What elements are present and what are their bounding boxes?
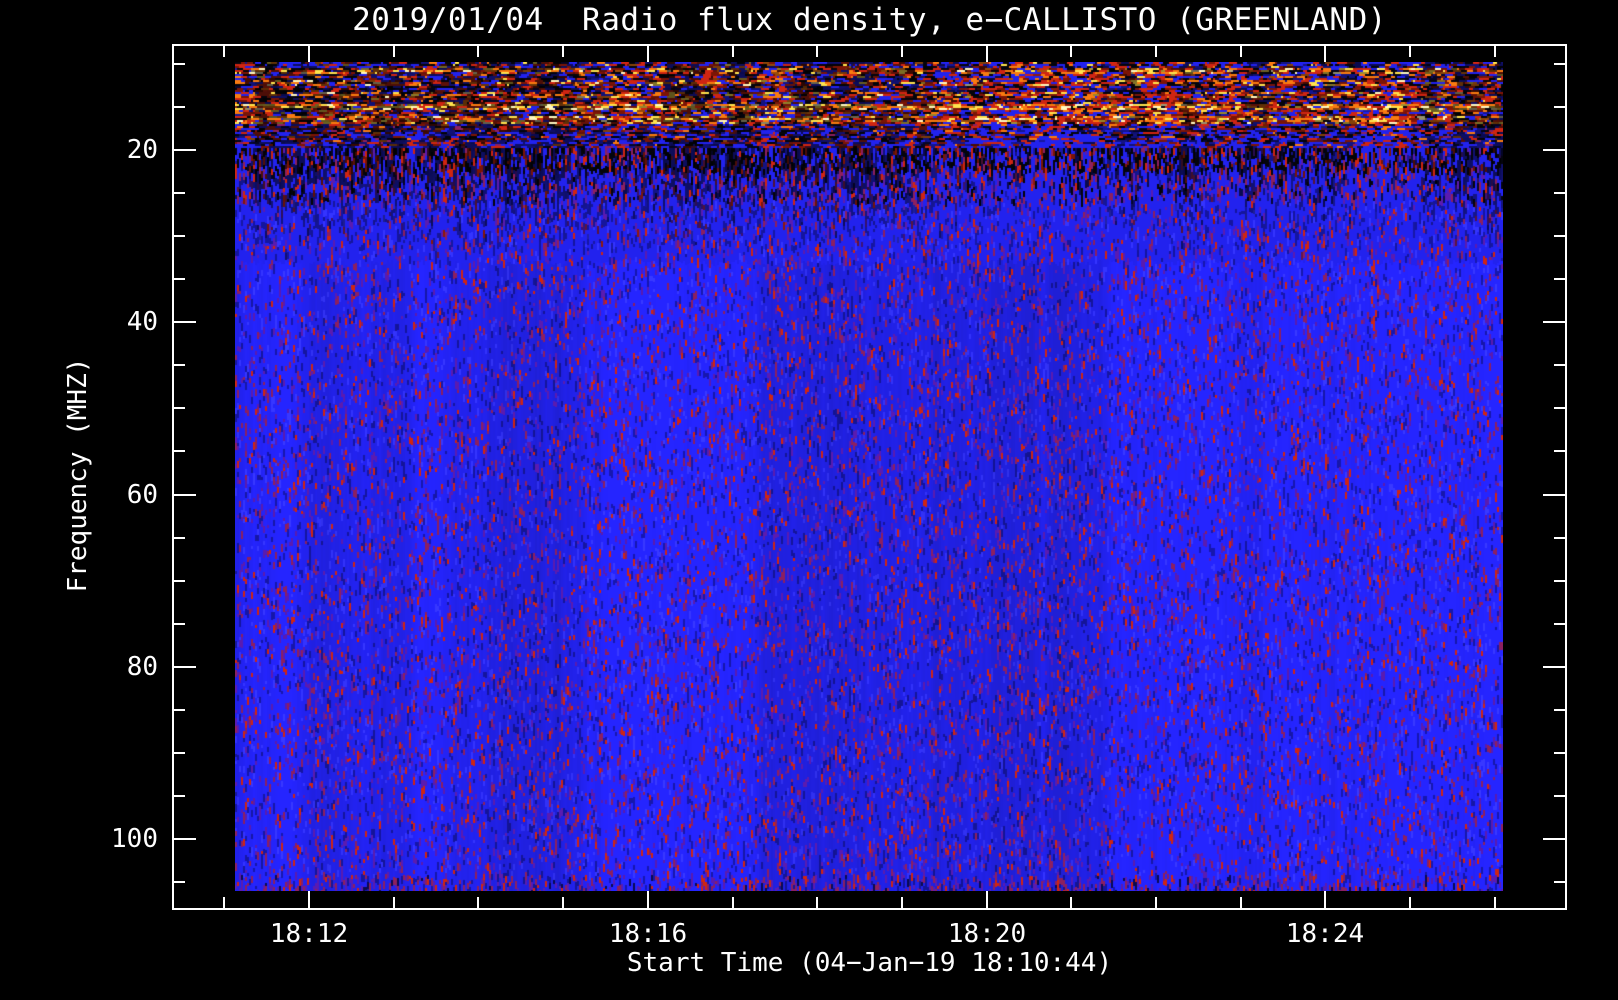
figure-canvas-area: 2019/01/04 Radio flux density, e−CALLIST… [0,0,1618,1000]
plot-frame [172,44,1567,910]
y-axis-label: Frequency (MHZ) [63,357,93,593]
y-tick-label: 60 [126,480,158,510]
x-tick-label: 18:20 [947,919,1027,949]
x-axis-label: Start Time (04−Jan−19 18:10:44) [626,948,1113,978]
y-tick-label: 40 [126,307,158,337]
radio-spectrogram-screenshot: { "chart_data": { "type": "heatmap", "su… [0,0,1618,1000]
x-tick-label: 18:24 [1285,919,1365,949]
y-tick-label: 100 [111,824,158,854]
y-tick-label: 20 [126,135,158,165]
chart-title: 2019/01/04 Radio flux density, e−CALLIST… [352,2,1387,38]
x-tick-label: 18:12 [269,919,349,949]
y-tick-label: 80 [126,652,158,682]
x-tick-label: 18:16 [608,919,688,949]
